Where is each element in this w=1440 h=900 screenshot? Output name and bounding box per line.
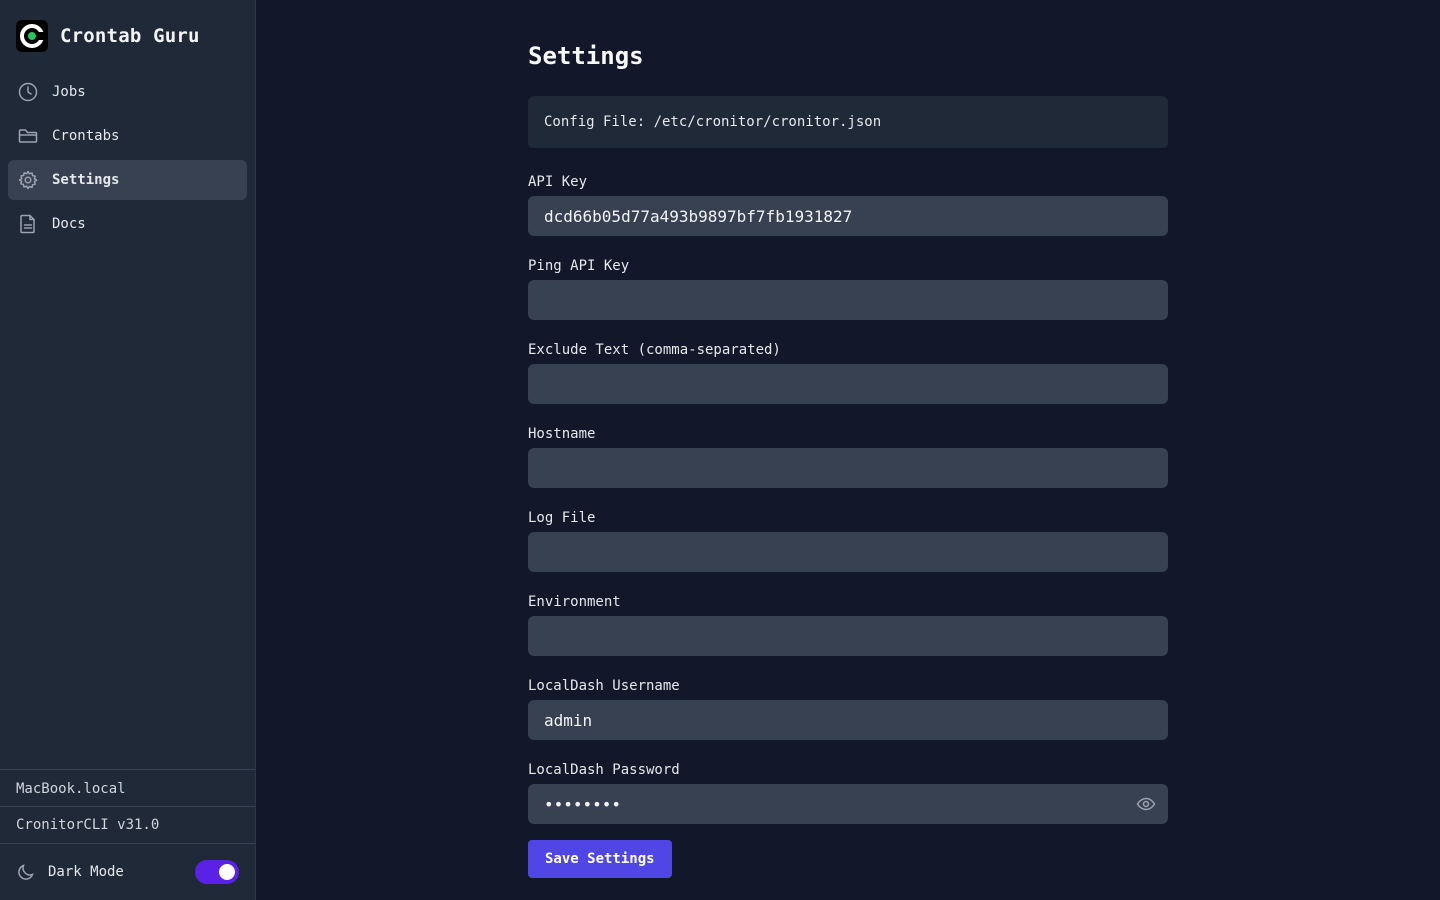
clock-icon — [18, 82, 38, 102]
moon-icon — [16, 862, 36, 882]
hostname-field: Hostname — [528, 424, 1168, 488]
localdash-username-field: LocalDash Username admin — [528, 676, 1168, 740]
brand[interactable]: Crontab Guru — [16, 20, 200, 52]
gear-icon — [18, 170, 38, 190]
app-name: Crontab Guru — [60, 25, 200, 47]
show-password-icon[interactable] — [1136, 794, 1156, 814]
localdash-password-input[interactable]: •••••••• — [528, 784, 1168, 824]
sidebar-item-label: Docs — [52, 216, 86, 232]
sidebar-item-docs[interactable]: Docs — [8, 204, 247, 244]
log-file-field: Log File — [528, 508, 1168, 572]
localdash-password-label: LocalDash Password — [528, 762, 680, 778]
hostname-label: MacBook.local — [0, 769, 255, 807]
ping-api-key-label: Ping API Key — [528, 258, 630, 274]
api-key-field: API Key dcd66b05d77a493b9897bf7fb1931827 — [528, 172, 1168, 236]
sidebar-nav: Jobs Crontabs Settings Docs — [8, 72, 247, 248]
hostname-input[interactable] — [528, 448, 1168, 488]
exclude-text-label: Exclude Text (comma-separated) — [528, 342, 781, 358]
sidebar-item-crontabs[interactable]: Crontabs — [8, 116, 247, 156]
crontab-guru-logo — [16, 20, 48, 52]
localdash-password-field: LocalDash Password •••••••• — [528, 760, 1168, 824]
environment-field: Environment — [528, 592, 1168, 656]
save-settings-button[interactable]: Save Settings — [528, 840, 672, 878]
localdash-username-label: LocalDash Username — [528, 678, 680, 694]
ping-api-key-input[interactable] — [528, 280, 1168, 320]
log-file-label: Log File — [528, 510, 596, 526]
document-icon — [18, 214, 38, 234]
log-file-input[interactable] — [528, 532, 1168, 572]
api-key-input[interactable]: dcd66b05d77a493b9897bf7fb1931827 — [528, 196, 1168, 236]
sidebar-item-label: Jobs — [52, 84, 86, 100]
sidebar-item-settings[interactable]: Settings — [8, 160, 247, 200]
api-key-label: API Key — [528, 174, 588, 190]
exclude-text-field: Exclude Text (comma-separated) — [528, 340, 1168, 404]
localdash-username-input[interactable]: admin — [528, 700, 1168, 740]
settings-panel: Settings Config File: /etc/cronitor/cron… — [528, 40, 1168, 878]
environment-label: Environment — [528, 594, 621, 610]
version-label: CronitorCLI v31.0 — [0, 806, 255, 843]
config-file-path: Config File: /etc/cronitor/cronitor.json — [528, 96, 1168, 148]
password-value: •••••••• — [544, 794, 622, 814]
sidebar: Crontab Guru Jobs Crontabs Settings Docs — [0, 0, 256, 900]
folder-icon — [18, 126, 38, 146]
toggle-knob — [219, 864, 235, 880]
environment-input[interactable] — [528, 616, 1168, 656]
ping-api-key-field: Ping API Key — [528, 256, 1168, 320]
dark-mode-toggle[interactable] — [195, 860, 239, 884]
sidebar-item-label: Crontabs — [52, 128, 120, 144]
page-title: Settings — [528, 42, 644, 70]
hostname-label: Hostname — [528, 426, 596, 442]
sidebar-item-jobs[interactable]: Jobs — [8, 72, 247, 112]
dark-mode-label: Dark Mode — [48, 864, 124, 880]
dark-mode-row: Dark Mode — [0, 843, 255, 900]
exclude-text-input[interactable] — [528, 364, 1168, 404]
sidebar-item-label: Settings — [52, 172, 120, 188]
